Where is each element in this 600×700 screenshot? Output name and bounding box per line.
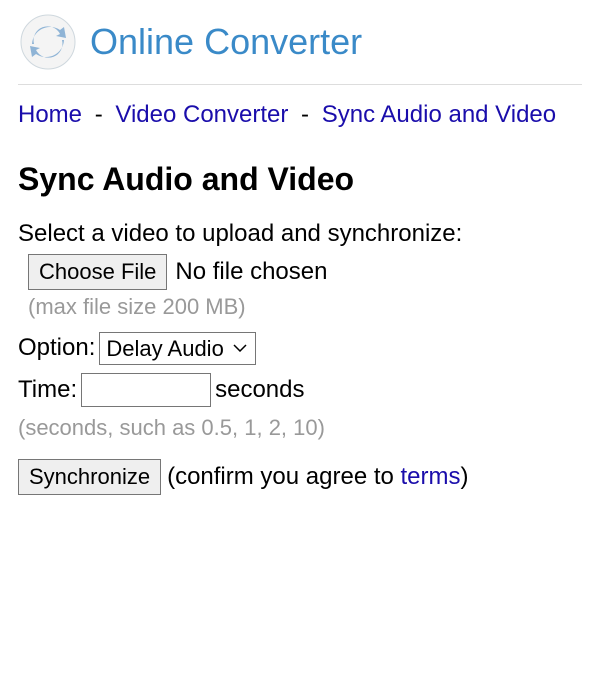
time-input[interactable] (81, 373, 211, 407)
site-title[interactable]: Online Converter (90, 21, 362, 63)
synchronize-button[interactable]: Synchronize (18, 459, 161, 495)
file-size-hint: (max file size 200 MB) (18, 294, 582, 320)
time-unit-label: seconds (215, 376, 304, 404)
breadcrumb-home-link[interactable]: Home (18, 101, 82, 128)
submit-row: Synchronize (confirm you agree to terms) (18, 459, 582, 495)
file-status-label: No file chosen (175, 258, 327, 286)
time-row: Time: seconds (18, 373, 582, 407)
choose-file-button[interactable]: Choose File (28, 254, 167, 290)
confirm-suffix: ) (461, 463, 469, 490)
terms-link[interactable]: terms (401, 463, 461, 490)
breadcrumb-sep: - (301, 101, 309, 128)
time-label: Time: (18, 376, 77, 404)
time-hint: (seconds, such as 0.5, 1, 2, 10) (18, 415, 582, 441)
confirm-prefix: (confirm you agree to (167, 463, 400, 490)
page-title: Sync Audio and Video (18, 161, 582, 198)
breadcrumb: Home - Video Converter - Sync Audio and … (18, 95, 582, 136)
option-label: Option: (18, 334, 95, 362)
site-header: Online Converter (18, 12, 582, 85)
option-row: Option: Delay Audio (18, 332, 582, 365)
breadcrumb-current-link[interactable]: Sync Audio and Video (322, 101, 556, 128)
file-row: Choose File No file chosen (18, 254, 582, 290)
option-select[interactable]: Delay Audio (99, 332, 256, 365)
breadcrumb-sep: - (95, 101, 103, 128)
breadcrumb-video-converter-link[interactable]: Video Converter (115, 101, 288, 128)
upload-instruction: Select a video to upload and synchronize… (18, 220, 582, 248)
confirm-text: (confirm you agree to terms) (167, 463, 468, 491)
site-logo-icon (18, 12, 78, 72)
